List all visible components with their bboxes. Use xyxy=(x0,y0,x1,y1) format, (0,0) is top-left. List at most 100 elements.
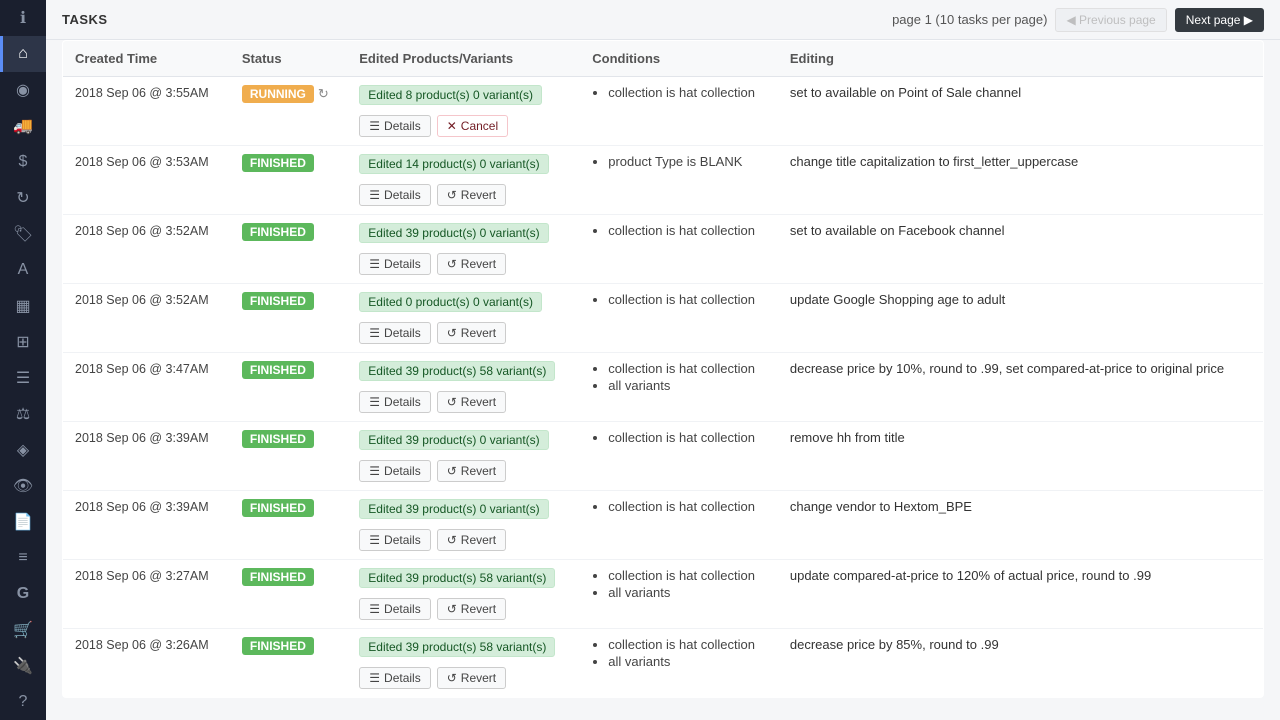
sidebar-icon-circle[interactable]: ◉ xyxy=(0,72,46,108)
next-page-button[interactable]: Next page ▶ xyxy=(1175,8,1264,32)
sidebar-icon-doc[interactable]: 📄 xyxy=(0,504,46,540)
cancel-button[interactable]: ✕ Cancel xyxy=(437,115,508,137)
cell-conditions: collection is hat collection xyxy=(580,77,778,146)
tasks-table: Created Time Status Edited Products/Vari… xyxy=(62,40,1264,698)
revert-button[interactable]: ↺ Revert xyxy=(437,598,506,620)
revert-icon: ↺ xyxy=(447,671,457,685)
cell-edited-products: Edited 39 product(s) 58 variant(s)☰ Deta… xyxy=(347,560,580,629)
sidebar-icon-grid[interactable]: ⊞ xyxy=(0,324,46,360)
status-badge: FINISHED xyxy=(242,292,314,310)
conditions-list: collection is hat collection xyxy=(592,499,766,514)
pagination-info: page 1 (10 tasks per page) xyxy=(892,12,1047,27)
details-button[interactable]: ☰ Details xyxy=(359,253,430,275)
sidebar-icon-g[interactable]: G xyxy=(0,576,46,612)
cell-edited-products: Edited 0 product(s) 0 variant(s)☰ Detail… xyxy=(347,284,580,353)
conditions-list: collection is hat collectionall variants xyxy=(592,637,766,669)
sidebar-icon-refresh[interactable]: ↻ xyxy=(0,180,46,216)
prev-page-button[interactable]: ◀ Previous page xyxy=(1055,8,1166,32)
sidebar-icon-nav2[interactable]: ◈ xyxy=(0,432,46,468)
sidebar-icon-plugin[interactable]: 🔌 xyxy=(0,648,46,684)
cell-status: FINISHED xyxy=(230,629,347,698)
details-button[interactable]: ☰ Details xyxy=(359,391,430,413)
condition-item: collection is hat collection xyxy=(608,223,766,238)
editing-description: update compared-at-price to 120% of actu… xyxy=(790,568,1151,583)
revert-button[interactable]: ↺ Revert xyxy=(437,460,506,482)
cancel-icon: ✕ xyxy=(447,119,457,133)
revert-icon: ↺ xyxy=(447,188,457,202)
table-row: 2018 Sep 06 @ 3:27AMFINISHEDEdited 39 pr… xyxy=(63,560,1264,629)
sidebar-icon-lines[interactable]: ≡ xyxy=(0,540,46,576)
revert-button[interactable]: ↺ Revert xyxy=(437,529,506,551)
cell-created-time: 2018 Sep 06 @ 3:39AM xyxy=(63,491,230,560)
table-row: 2018 Sep 06 @ 3:53AMFINISHEDEdited 14 pr… xyxy=(63,146,1264,215)
cell-created-time: 2018 Sep 06 @ 3:39AM xyxy=(63,422,230,491)
page-title: TASKS xyxy=(62,12,108,27)
cell-edited-products: Edited 8 product(s) 0 variant(s)☰ Detail… xyxy=(347,77,580,146)
revert-button[interactable]: ↺ Revert xyxy=(437,184,506,206)
cell-conditions: collection is hat collectionall variants xyxy=(580,560,778,629)
sidebar-icon-font[interactable]: A xyxy=(0,252,46,288)
revert-icon: ↺ xyxy=(447,533,457,547)
details-icon: ☰ xyxy=(369,671,380,685)
sidebar-icon-info[interactable]: ℹ xyxy=(0,0,46,36)
sidebar-icon-table[interactable]: ▦ xyxy=(0,288,46,324)
sidebar-icon-tag[interactable]: 🏷 xyxy=(0,216,46,252)
revert-button[interactable]: ↺ Revert xyxy=(437,667,506,689)
details-button[interactable]: ☰ Details xyxy=(359,322,430,344)
cell-created-time: 2018 Sep 06 @ 3:52AM xyxy=(63,215,230,284)
revert-button[interactable]: ↺ Revert xyxy=(437,253,506,275)
details-icon: ☰ xyxy=(369,464,380,478)
cell-edited-products: Edited 14 product(s) 0 variant(s)☰ Detai… xyxy=(347,146,580,215)
status-badge: FINISHED xyxy=(242,361,314,379)
revert-button[interactable]: ↺ Revert xyxy=(437,391,506,413)
details-button[interactable]: ☰ Details xyxy=(359,460,430,482)
condition-item: product Type is BLANK xyxy=(608,154,766,169)
conditions-list: collection is hat collection xyxy=(592,223,766,238)
revert-icon: ↺ xyxy=(447,257,457,271)
sidebar-icon-truck[interactable]: 🚚 xyxy=(0,108,46,144)
cell-edited-products: Edited 39 product(s) 0 variant(s) ☰ Detai… xyxy=(347,491,580,560)
edited-badge: Edited 39 product(s) 58 variant(s) xyxy=(359,361,555,381)
cell-conditions: collection is hat collectionall variants xyxy=(580,629,778,698)
details-button[interactable]: ☰ Details xyxy=(359,529,430,551)
cell-status: FINISHED xyxy=(230,215,347,284)
created-time-value: 2018 Sep 06 @ 3:47AM xyxy=(75,362,209,376)
cell-edited-products: Edited 39 product(s) 0 variant(s)☰ Detai… xyxy=(347,422,580,491)
col-editing: Editing xyxy=(778,41,1264,77)
col-conditions: Conditions xyxy=(580,41,778,77)
condition-item: collection is hat collection xyxy=(608,568,766,583)
sidebar-icon-eye[interactable]: 👁 xyxy=(0,468,46,504)
sidebar-icon-scale[interactable]: ⚖ xyxy=(0,396,46,432)
revert-button[interactable]: ↺ Revert xyxy=(437,322,506,344)
details-button[interactable]: ☰ Details xyxy=(359,667,430,689)
conditions-list: collection is hat collection xyxy=(592,292,766,307)
edited-badge: Edited 39 product(s) 0 variant(s) xyxy=(359,499,548,519)
sidebar-icon-list[interactable]: ☰ xyxy=(0,360,46,396)
created-time-value: 2018 Sep 06 @ 3:26AM xyxy=(75,638,209,652)
cell-editing: set to available on Facebook channel xyxy=(778,215,1264,284)
status-badge: FINISHED xyxy=(242,637,314,655)
col-edited: Edited Products/Variants xyxy=(347,41,580,77)
col-status: Status xyxy=(230,41,347,77)
status-badge: FINISHED xyxy=(242,154,314,172)
revert-icon: ↺ xyxy=(447,395,457,409)
cell-edited-products: Edited 39 product(s) 58 variant(s)☰ Deta… xyxy=(347,629,580,698)
details-button[interactable]: ☰ Details xyxy=(359,184,430,206)
cell-editing: set to available on Point of Sale channe… xyxy=(778,77,1264,146)
cell-edited-products: Edited 39 product(s) 58 variant(s) ☰ Deta… xyxy=(347,353,580,422)
sidebar-icon-cart[interactable]: 🛒 xyxy=(0,612,46,648)
created-time-value: 2018 Sep 06 @ 3:39AM xyxy=(75,431,209,445)
details-button[interactable]: ☰ Details xyxy=(359,115,430,137)
sidebar-icon-question[interactable]: ? xyxy=(0,684,46,720)
action-button-group: ☰ Details ↺ Revert xyxy=(359,593,568,620)
conditions-list: collection is hat collection xyxy=(592,430,766,445)
sidebar-icon-dollar[interactable]: $ xyxy=(0,144,46,180)
editing-description: change title capitalization to first_let… xyxy=(790,154,1078,169)
action-button-group: ☰ Details ↺ Revert xyxy=(359,662,568,689)
details-button[interactable]: ☰ Details xyxy=(359,598,430,620)
details-icon: ☰ xyxy=(369,188,380,202)
table-row: 2018 Sep 06 @ 3:39AMFINISHEDEdited 39 pr… xyxy=(63,491,1264,560)
table-row: 2018 Sep 06 @ 3:52AMFINISHEDEdited 39 pr… xyxy=(63,215,1264,284)
editing-description: decrease price by 10%, round to .99, set… xyxy=(790,361,1224,376)
sidebar-icon-home[interactable]: ⌂ xyxy=(0,36,46,72)
